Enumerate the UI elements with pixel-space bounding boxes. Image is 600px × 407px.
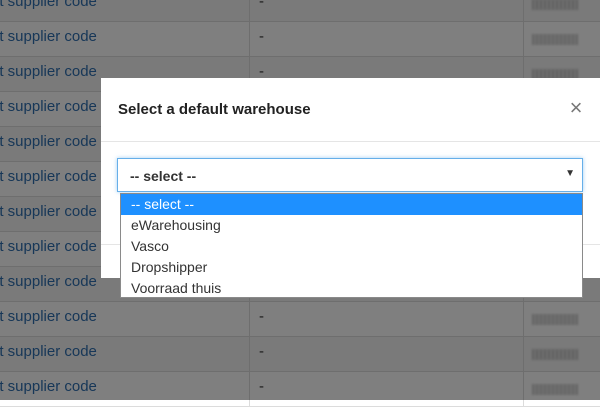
close-button[interactable]: × (567, 97, 585, 120)
select-value: -- select -- (130, 168, 197, 184)
chevron-down-icon: ▼ (565, 168, 575, 179)
modal-title: Select a default warehouse (118, 101, 311, 118)
warehouse-dropdown-list: -- select -- eWarehousing Vasco Dropship… (120, 193, 583, 298)
warehouse-select[interactable]: -- select -- ▼ (117, 158, 583, 192)
option-select[interactable]: -- select -- (121, 194, 582, 215)
option-ewarehousing[interactable]: eWarehousing (121, 215, 582, 236)
modal-header: Select a default warehouse × (101, 78, 600, 142)
option-voorraad-thuis[interactable]: Voorraad thuis (121, 278, 582, 299)
option-vasco[interactable]: Vasco (121, 236, 582, 257)
option-dropshipper[interactable]: Dropshipper (121, 257, 582, 278)
